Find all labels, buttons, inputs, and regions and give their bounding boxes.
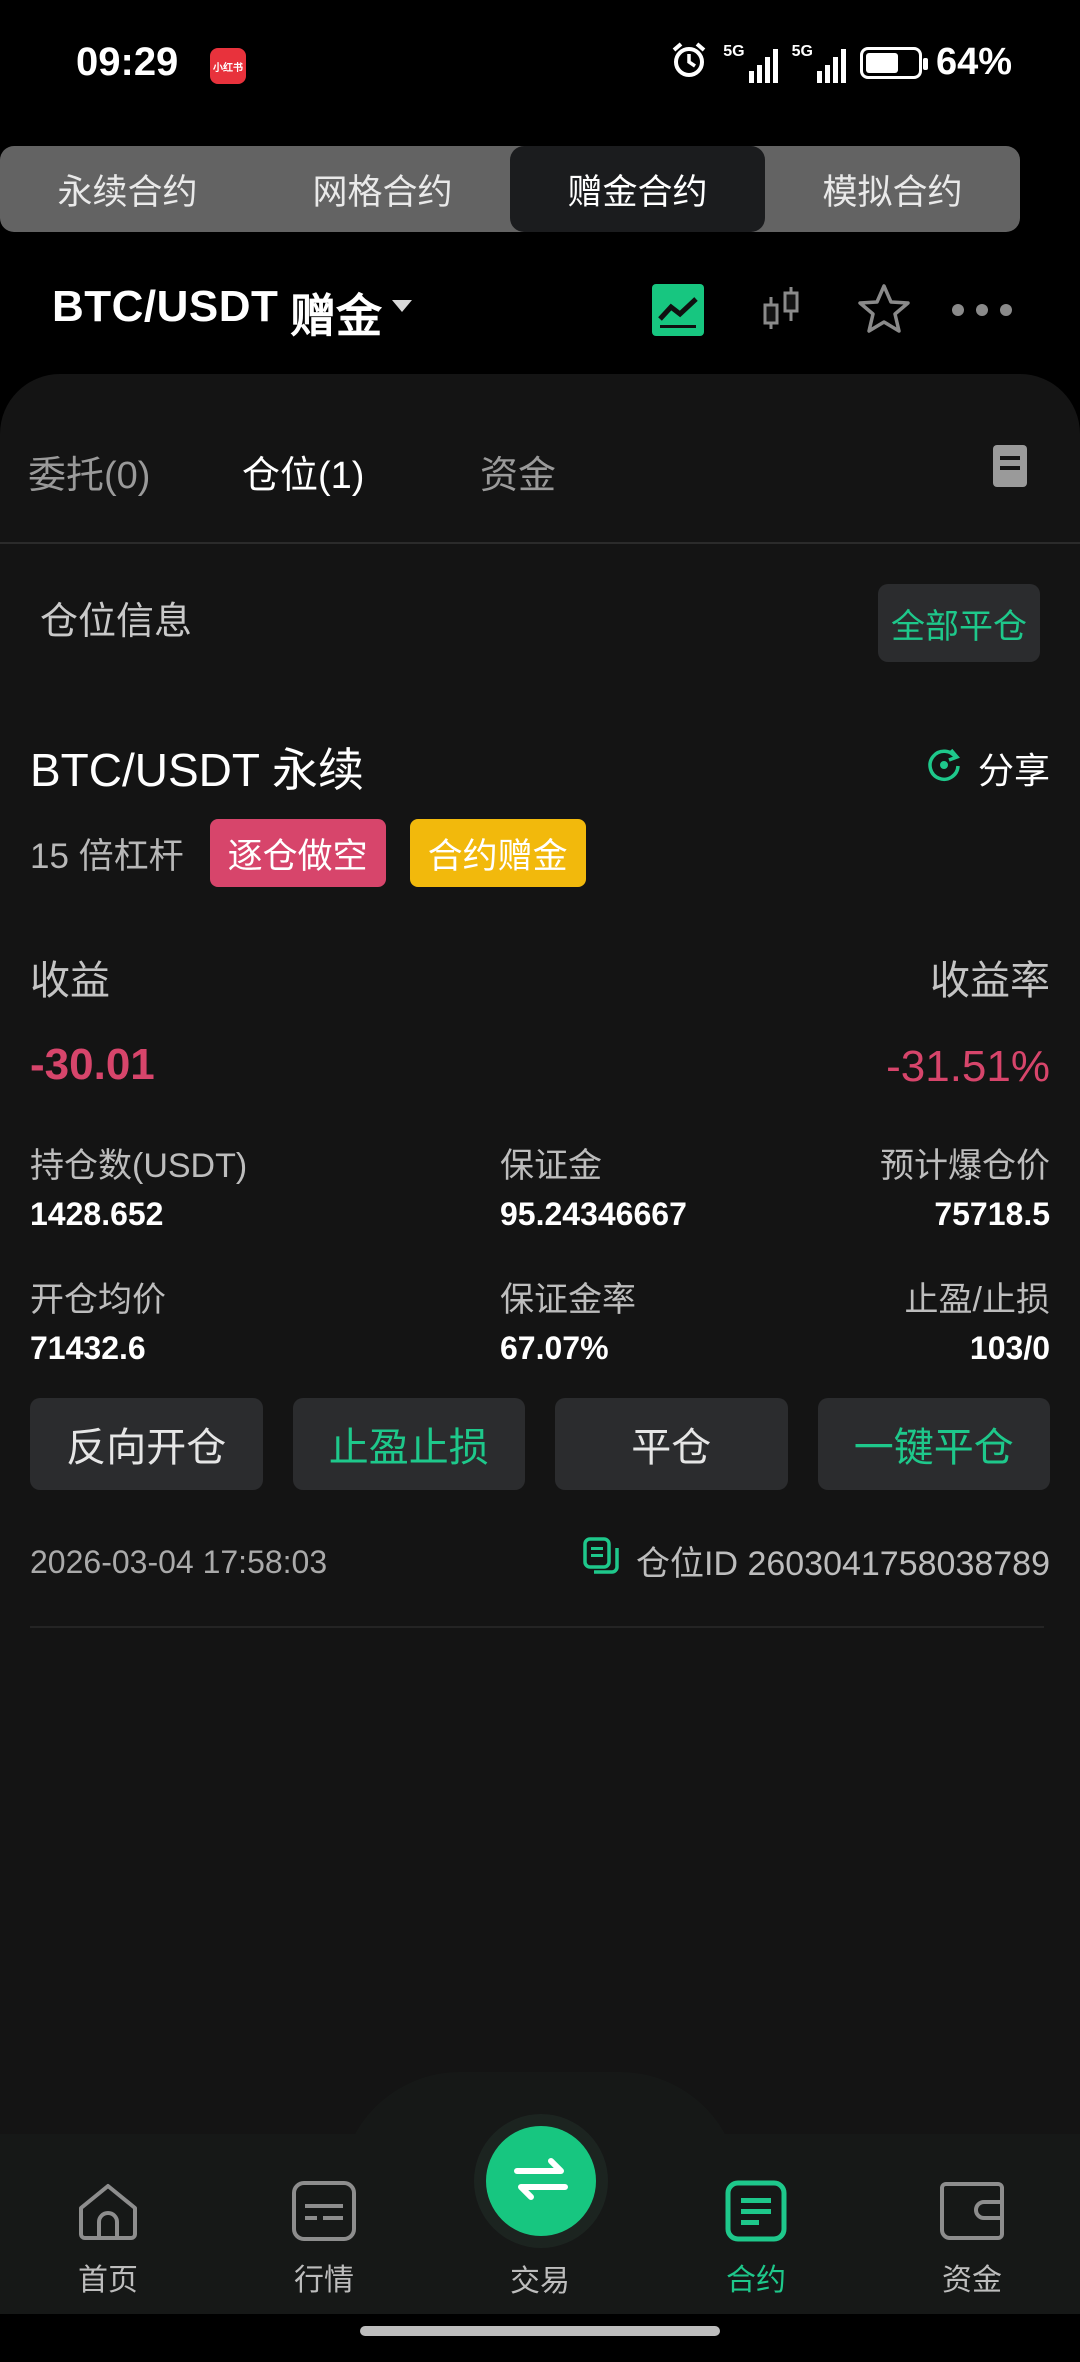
notification-app-label: 小红书: [213, 62, 243, 74]
pnl-rate-value: -31.51%: [886, 1042, 1050, 1091]
more-icon[interactable]: [950, 280, 1014, 340]
divider: [0, 542, 1080, 544]
nav-assets-label: 资金: [942, 2264, 1002, 2297]
pnl-rate-label: 收益率: [930, 959, 1050, 1003]
tab-funds[interactable]: 资金: [480, 444, 556, 499]
market-icon: [291, 2180, 357, 2247]
tab-grid[interactable]: 网格合约: [255, 146, 510, 232]
chart-toggle-icon[interactable]: [648, 280, 708, 340]
nav-contract[interactable]: 合约: [686, 2180, 826, 2299]
tab-positions[interactable]: 仓位(1): [242, 444, 364, 499]
star-icon[interactable]: [854, 280, 914, 340]
status-icons: 5G 5G 64%: [669, 40, 1012, 85]
size-label: 持仓数(USDT): [30, 1147, 248, 1185]
nav-trade[interactable]: [486, 2126, 596, 2236]
margin-rate-label: 保证金率: [500, 1281, 636, 1319]
swap-icon: [513, 2157, 569, 2206]
pair-selector[interactable]: BTC/USDT: [52, 282, 278, 332]
divider: [30, 1626, 1044, 1628]
position-symbol: BTC/USDT 永续: [30, 744, 364, 796]
margin-rate-value: 67.07%: [500, 1330, 609, 1366]
tpsl-value: 103/0: [969, 1330, 1050, 1366]
tpsl-button[interactable]: 止盈止损: [292, 1398, 525, 1490]
candlestick-icon[interactable]: [752, 280, 812, 340]
bonus-badge: 合约赠金: [409, 819, 586, 887]
entry-price-value: 71432.6: [30, 1330, 146, 1366]
close-all-button[interactable]: 全部平仓: [878, 584, 1040, 662]
chevron-down-icon[interactable]: [392, 300, 412, 312]
share-icon: [924, 744, 964, 793]
margin-label: 保证金: [500, 1147, 602, 1185]
entry-price-label: 开仓均价: [30, 1281, 166, 1319]
position-id-text: 仓位ID 2603041758038789: [636, 1545, 1050, 1583]
home-icon: [75, 2180, 141, 2247]
margin-value: 95.24346667: [500, 1196, 687, 1232]
tab-demo[interactable]: 模拟合约: [765, 146, 1020, 232]
liq-price-value: 75718.5: [934, 1196, 1050, 1232]
position-tags: 15 倍杠杆 逐仓做空 合约赠金: [30, 818, 586, 888]
pnl-value: -30.01: [30, 1040, 155, 1089]
side-badge: 逐仓做空: [209, 819, 386, 887]
contract-icon: [725, 2180, 787, 2247]
pnl-label: 收益: [30, 959, 110, 1003]
contract-type-tabs: 永续合约 网格合约 赠金合约 模拟合约: [0, 146, 1020, 232]
wallet-icon: [938, 2180, 1006, 2247]
battery-fill: [865, 52, 898, 73]
tab-perpetual[interactable]: 永续合约: [0, 146, 255, 232]
size-value: 1428.652: [30, 1196, 164, 1232]
share-button[interactable]: 分享: [924, 742, 1050, 794]
alarm-icon: [669, 40, 709, 85]
battery-percent: 64%: [935, 41, 1012, 83]
tab-bonus[interactable]: 赠金合约: [510, 146, 765, 232]
reverse-open-button[interactable]: 反向开仓: [30, 1398, 263, 1490]
section-title: 仓位信息: [40, 601, 193, 643]
quick-close-button[interactable]: 一键平仓: [817, 1398, 1050, 1490]
leverage-label: 15 倍杠杆: [30, 836, 184, 876]
signal-5g-2-icon: 5G: [792, 43, 846, 83]
copy-icon[interactable]: [582, 1536, 620, 1585]
tab-orders[interactable]: 委托(0): [28, 444, 150, 499]
tpsl-label: 止盈/止损: [904, 1281, 1050, 1319]
gesture-bar: [360, 2326, 720, 2336]
notification-app-icon: 小红书: [210, 48, 246, 84]
nav-contract-label: 合约: [726, 2264, 786, 2297]
liq-price-label: 预计爆仓价: [880, 1147, 1050, 1185]
nav-trade-label: 交易: [510, 2265, 570, 2298]
signal-5g-icon: 5G: [723, 42, 778, 83]
nav-market[interactable]: 行情: [254, 2180, 394, 2299]
network-type-label: 5G: [723, 42, 745, 60]
status-bar: 09:29 小红书 5G 5G 64%: [0, 0, 1080, 130]
position-id[interactable]: 仓位ID 2603041758038789: [582, 1536, 1050, 1585]
share-label: 分享: [977, 750, 1050, 791]
nav-home[interactable]: 首页: [38, 2180, 178, 2299]
pair-header: BTC/USDT 赠金: [0, 262, 1080, 358]
document-list-icon[interactable]: [992, 444, 1028, 493]
nav-assets[interactable]: 资金: [902, 2180, 1042, 2299]
position-panel: 委托(0) 仓位(1) 资金 仓位信息 全部平仓 BTC/USDT 永续 分享 …: [0, 374, 1080, 2134]
pair-mode-label[interactable]: 赠金: [290, 280, 382, 346]
open-timestamp: 2026-03-04 17:58:03: [30, 1544, 328, 1580]
status-time: 09:29: [76, 40, 179, 84]
position-actions: 反向开仓 止盈止损 平仓 一键平仓: [30, 1398, 1050, 1490]
order-tabs: 委托(0) 仓位(1) 资金: [0, 444, 1080, 514]
network-type-label-2: 5G: [791, 42, 813, 60]
battery-icon: [859, 46, 928, 79]
close-position-button[interactable]: 平仓: [555, 1398, 788, 1490]
nav-market-label: 行情: [294, 2264, 354, 2297]
nav-home-label: 首页: [78, 2264, 138, 2297]
